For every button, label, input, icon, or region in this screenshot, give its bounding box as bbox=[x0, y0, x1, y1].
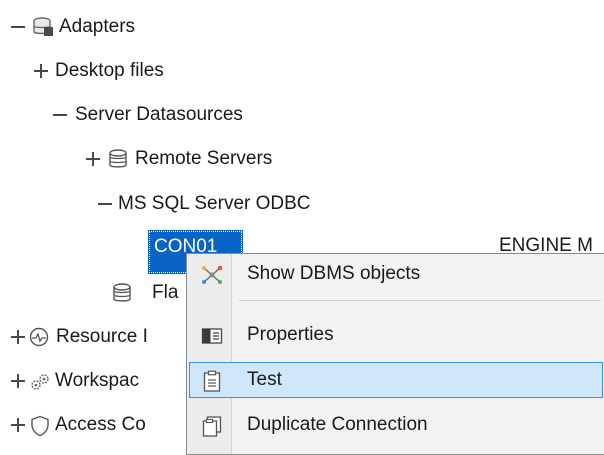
dbms-objects-icon bbox=[202, 265, 223, 284]
context-menu: Show DBMS objects Properties Test Duplic… bbox=[186, 253, 604, 455]
menu-item-label: Properties bbox=[247, 324, 334, 345]
tree-label: Remote Servers bbox=[135, 148, 273, 169]
menu-item-duplicate-connection[interactable]: Duplicate Connection bbox=[189, 407, 603, 443]
resource-monitor-icon bbox=[29, 327, 49, 347]
database-adapters-icon bbox=[33, 17, 53, 36]
tree-label: Workspac bbox=[55, 370, 140, 391]
tree-node-remote-servers[interactable]: Remote Servers bbox=[0, 144, 360, 174]
tree-node-access-control[interactable]: Access Co bbox=[0, 410, 190, 440]
menu-item-label: Test bbox=[247, 369, 282, 390]
tree-node-resource[interactable]: Resource I bbox=[0, 322, 190, 352]
shield-icon bbox=[31, 415, 49, 437]
tree-label: Access Co bbox=[55, 414, 146, 435]
tree-node-workspace[interactable]: Workspac bbox=[0, 366, 190, 396]
collapse-toggle[interactable] bbox=[97, 196, 113, 212]
menu-separator bbox=[239, 300, 601, 301]
properties-icon bbox=[201, 328, 223, 344]
duplicate-icon bbox=[202, 416, 222, 437]
expand-toggle[interactable] bbox=[10, 417, 26, 433]
collapse-toggle[interactable] bbox=[10, 19, 26, 35]
tree-label: MS SQL Server ODBC bbox=[118, 193, 311, 214]
gears-icon bbox=[31, 374, 49, 390]
expand-toggle[interactable] bbox=[85, 151, 101, 167]
tree-node-ms-sql-server-odbc[interactable]: MS SQL Server ODBC bbox=[0, 189, 360, 219]
expand-toggle[interactable] bbox=[10, 373, 26, 389]
database-icon bbox=[113, 283, 131, 302]
collapse-toggle[interactable] bbox=[52, 107, 68, 123]
menu-item-test[interactable]: Test bbox=[189, 362, 603, 398]
tree-label: Fla bbox=[152, 282, 179, 303]
menu-item-properties[interactable]: Properties bbox=[189, 317, 603, 353]
tree-label: Adapters bbox=[59, 16, 136, 37]
tree-node-adapters[interactable]: Adapters bbox=[0, 12, 300, 42]
test-clipboard-icon bbox=[203, 370, 221, 392]
menu-item-show-dbms-objects[interactable]: Show DBMS objects bbox=[189, 256, 603, 292]
tree-label: Server Datasources bbox=[75, 104, 243, 125]
menu-item-label: Show DBMS objects bbox=[247, 263, 421, 284]
expand-toggle[interactable] bbox=[10, 329, 26, 345]
tree-node-flat[interactable]: Fla bbox=[0, 278, 190, 308]
menu-item-label: Duplicate Connection bbox=[247, 414, 428, 435]
tree-label: Desktop files bbox=[55, 60, 164, 81]
expand-toggle[interactable] bbox=[33, 63, 49, 79]
tree-label: Resource I bbox=[56, 326, 148, 347]
tree-node-desktop-files[interactable]: Desktop files bbox=[0, 56, 300, 86]
tree-node-server-datasources[interactable]: Server Datasources bbox=[0, 100, 300, 130]
database-icon bbox=[109, 149, 127, 168]
